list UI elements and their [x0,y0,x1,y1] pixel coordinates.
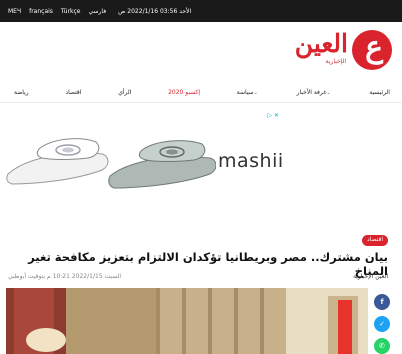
lang-french[interactable]: français [29,8,53,15]
logo-glyph: ع [365,30,383,65]
category-badge[interactable]: اقتصاد [361,235,388,246]
whatsapp-icon[interactable]: ✆ [374,338,390,354]
photo-scene [6,288,368,354]
article-photo [6,288,368,354]
nav-item-politics[interactable]: سياسة⌄ [237,89,260,96]
facebook-icon[interactable]: f [374,294,390,310]
logo-subtitle: الإخبارية [325,58,346,65]
ad-brand-logo: mashii [218,150,282,172]
nav-item-economy[interactable]: اقتصاد [65,89,81,96]
top-bar: الأحد 03:56 2022/1/16 ص فارسي Türkçe fra… [0,0,402,22]
nav-item-expo[interactable]: إكسبو 2020 [168,89,200,96]
nav-item-opinion[interactable]: الرأي [118,89,131,96]
advertisement-banner[interactable]: ▷ ✕ mashii [6,110,282,206]
chevron-down-icon: ⌄ [326,89,331,96]
nav-item-sports[interactable]: رياضة [14,89,29,96]
article-meta: العين الإخبارية السبت 2022/1/15 10:21 م … [8,270,388,282]
logo-wordmark: العين [294,29,348,58]
lang-turkish[interactable]: Türkçe [61,8,81,15]
nav-item-home[interactable]: الرئيسية [369,89,390,96]
chevron-down-icon: ⌄ [253,89,258,96]
twitter-icon[interactable]: ✓ [374,316,390,332]
ad-choices-icon[interactable]: ▷ ✕ [267,112,279,119]
nav-divider [0,102,402,103]
slipper-left-icon [6,138,109,185]
site-logo[interactable]: ع العين الإخبارية [286,28,392,70]
nav-item-newsroom[interactable]: غرفة الأخبار⌄ [297,89,333,96]
site-header: ع العين الإخبارية [0,22,402,74]
lang-other[interactable]: МЕЧ [8,8,21,15]
article-date: السبت 2022/1/15 10:21 م بتوقيت أبوظبي [8,272,122,280]
slipper-right-icon [108,140,217,189]
article-source[interactable]: العين الإخبارية [353,273,388,280]
main-nav: الرئيسية غرفة الأخبار⌄ سياسة⌄ إكسبو 2020… [0,84,402,100]
lang-farsi[interactable]: فارسي [89,8,107,15]
slipper-product-image [6,138,217,189]
share-bar: f ✓ ✆ [374,294,392,354]
date-time: الأحد 03:56 2022/1/16 ص [118,7,192,15]
